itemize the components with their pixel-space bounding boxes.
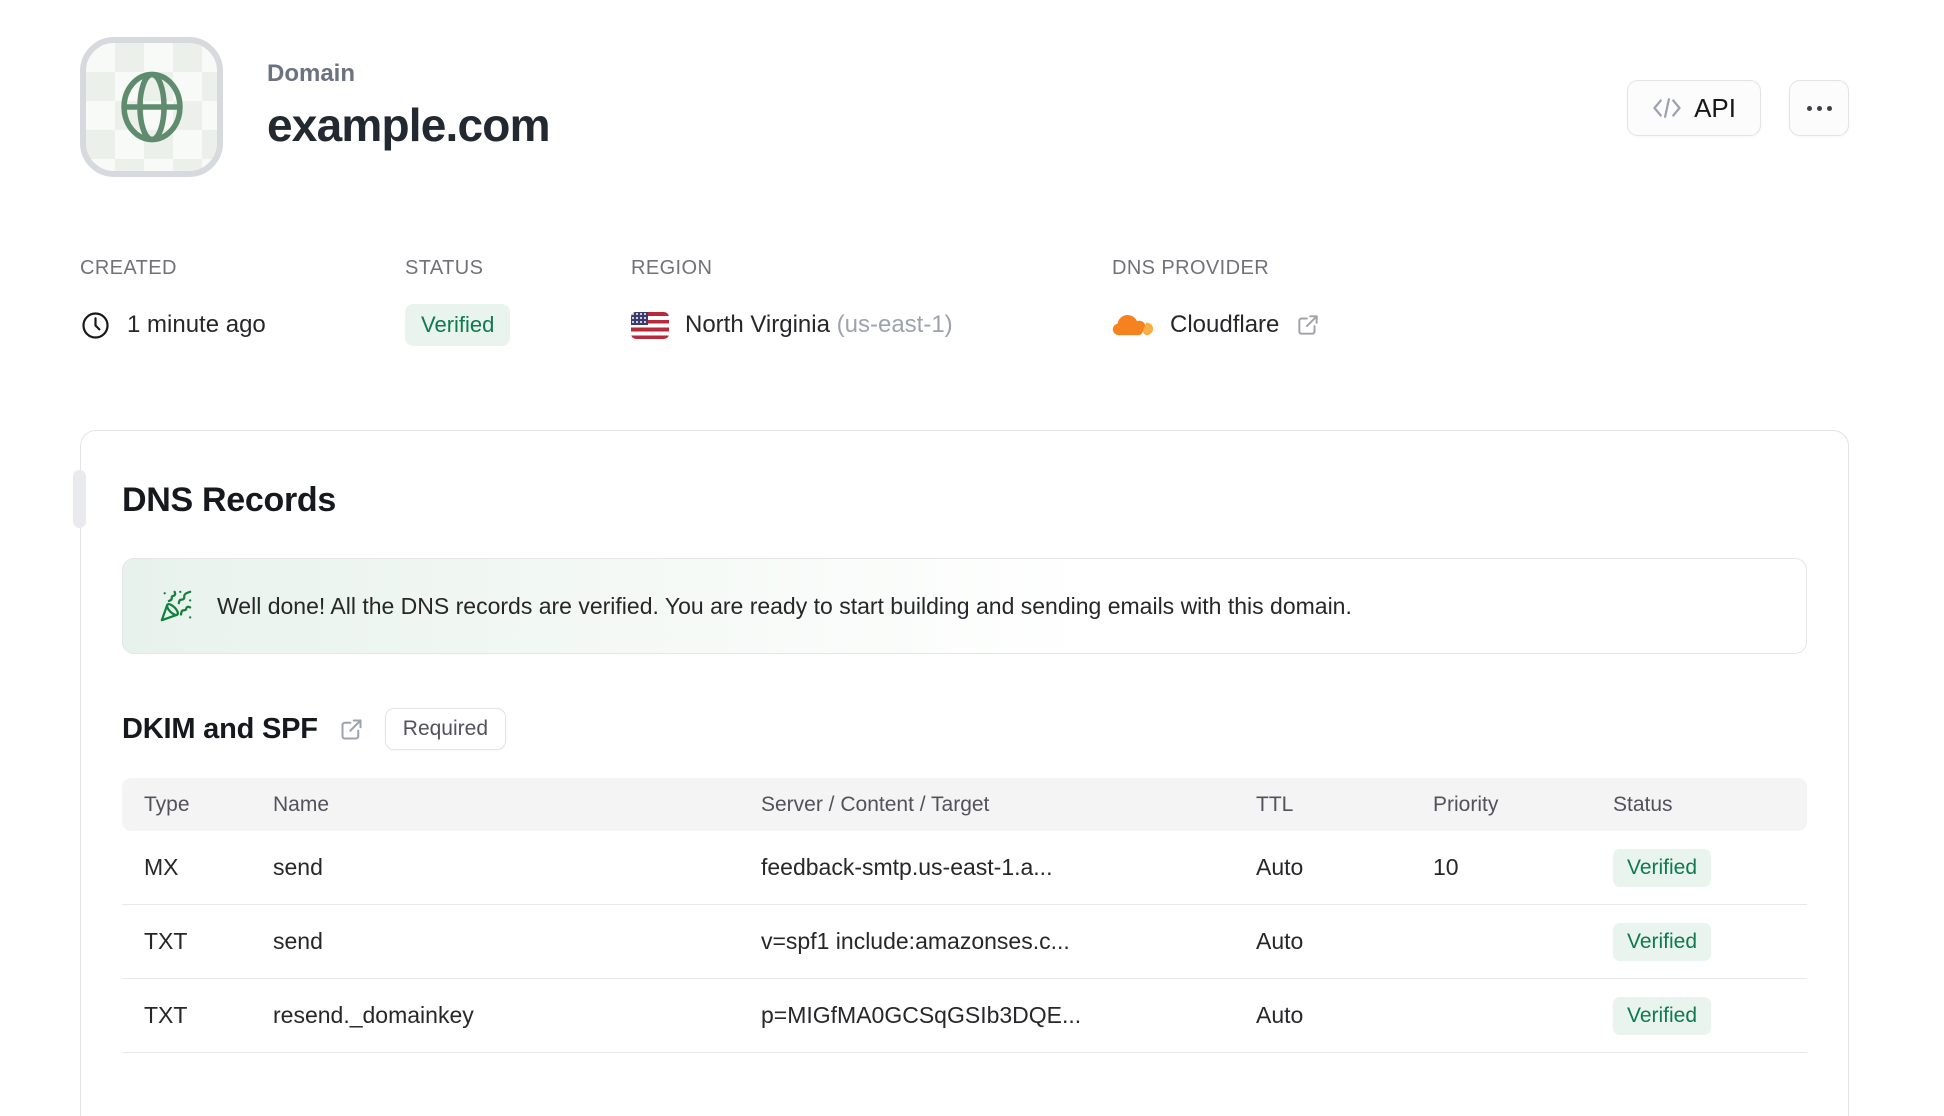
record-type: TXT bbox=[144, 928, 188, 954]
dkim-spf-title: DKIM and SPF bbox=[122, 712, 318, 745]
code-icon bbox=[1652, 96, 1682, 120]
region-value: North Virginia bbox=[685, 311, 830, 338]
domain-avatar bbox=[80, 37, 223, 177]
header-text: Domain example.com bbox=[267, 37, 550, 152]
domain-eyebrow: Domain bbox=[267, 60, 356, 87]
record-content: v=spf1 include:amazonses.c... bbox=[761, 928, 1070, 954]
created-label: CREATED bbox=[80, 257, 177, 279]
created-value: 1 minute ago bbox=[127, 311, 266, 338]
us-flag-icon bbox=[631, 311, 669, 339]
api-button-label: API bbox=[1694, 92, 1736, 123]
region-label: REGION bbox=[631, 257, 713, 279]
meta-created: CREATED 1 minute ago bbox=[80, 257, 405, 346]
column-priority: Priority bbox=[1433, 792, 1499, 816]
banner-text: Well done! All the DNS records are verif… bbox=[217, 592, 1352, 619]
meta-dns-provider: DNS PROVIDER Cloudflare bbox=[1112, 257, 1321, 346]
column-content: Server / Content / Target bbox=[761, 792, 990, 816]
external-link-icon[interactable] bbox=[338, 716, 365, 743]
cloudflare-icon bbox=[1112, 311, 1154, 340]
dns-records-table: Type Name Server / Content / Target TTL … bbox=[122, 778, 1807, 1053]
record-priority: 10 bbox=[1433, 854, 1459, 880]
header-actions: API bbox=[1627, 37, 1849, 136]
page-header: Domain example.com API bbox=[80, 37, 1849, 177]
record-content: feedback-smtp.us-east-1.a... bbox=[761, 854, 1053, 880]
table-row[interactable]: TXT send v=spf1 include:amazonses.c... A… bbox=[122, 905, 1807, 979]
external-link-icon[interactable] bbox=[1295, 312, 1321, 338]
party-popper-icon bbox=[159, 589, 193, 623]
table-row[interactable]: MX send feedback-smtp.us-east-1.a... Aut… bbox=[122, 831, 1807, 905]
record-status-badge: Verified bbox=[1613, 922, 1712, 961]
record-name: resend._domainkey bbox=[273, 1002, 474, 1028]
record-content: p=MIGfMA0GCSqGSIb3DQE... bbox=[761, 1002, 1082, 1028]
dns-records-title: DNS Records bbox=[122, 481, 336, 519]
record-ttl: Auto bbox=[1256, 928, 1304, 954]
globe-icon bbox=[113, 68, 191, 146]
success-banner: Well done! All the DNS records are verif… bbox=[122, 558, 1807, 654]
clock-icon bbox=[80, 310, 111, 341]
api-button[interactable]: API bbox=[1627, 80, 1761, 136]
status-label: STATUS bbox=[405, 257, 484, 279]
table-row[interactable]: TXT resend._domainkey p=MIGfMA0GCSqGSIb3… bbox=[122, 979, 1807, 1053]
record-name: send bbox=[273, 854, 323, 880]
record-ttl: Auto bbox=[1256, 854, 1304, 880]
column-ttl: TTL bbox=[1256, 792, 1294, 816]
domain-detail-page: Domain example.com API CREATED 1 minute … bbox=[0, 0, 1944, 1116]
card-accent bbox=[73, 470, 86, 528]
more-options-button[interactable] bbox=[1789, 80, 1849, 136]
dns-records-card: DNS Records Well done! All the DNS recor… bbox=[73, 430, 1849, 1116]
dns-provider-value: Cloudflare bbox=[1170, 311, 1280, 338]
dns-provider-label: DNS PROVIDER bbox=[1112, 257, 1270, 279]
record-status-badge: Verified bbox=[1613, 996, 1712, 1035]
record-name: send bbox=[273, 928, 323, 954]
column-name: Name bbox=[273, 792, 330, 816]
record-type: TXT bbox=[144, 1002, 188, 1028]
domain-meta-row: CREATED 1 minute ago STATUS Verified REG… bbox=[80, 257, 1849, 346]
record-status-badge: Verified bbox=[1613, 848, 1712, 887]
region-code: (us-east-1) bbox=[836, 311, 953, 338]
meta-region: REGION North Virginia (us-east-1) bbox=[631, 257, 1112, 346]
meta-status: STATUS Verified bbox=[405, 257, 631, 346]
column-type: Type bbox=[144, 792, 190, 816]
status-badge: Verified bbox=[405, 304, 511, 346]
required-badge: Required bbox=[384, 708, 507, 750]
page-title: example.com bbox=[267, 99, 550, 151]
record-type: MX bbox=[144, 854, 179, 880]
dkim-spf-section-head: DKIM and SPF Required bbox=[122, 708, 1807, 750]
table-header-row: Type Name Server / Content / Target TTL … bbox=[122, 778, 1807, 831]
record-ttl: Auto bbox=[1256, 1002, 1304, 1028]
column-status: Status bbox=[1613, 792, 1673, 816]
ellipsis-icon bbox=[1806, 105, 1832, 111]
